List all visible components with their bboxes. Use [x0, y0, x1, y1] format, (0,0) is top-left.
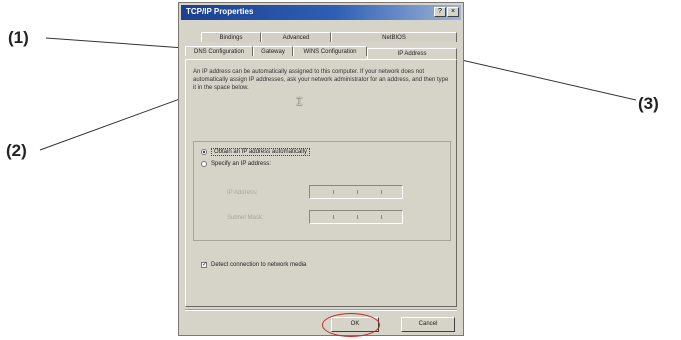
tab-wins-configuration[interactable]: WINS Configuration — [293, 46, 367, 56]
ip-address-field[interactable] — [309, 185, 403, 199]
help-button[interactable]: ? — [434, 7, 446, 17]
detect-media-checkbox[interactable]: ✓ — [201, 262, 207, 268]
tab-advanced[interactable]: Advanced — [261, 32, 331, 42]
specify-ip-label: Specify an IP address: — [211, 161, 271, 167]
tab-dns-configuration[interactable]: DNS Configuration — [185, 46, 253, 56]
callout-label-1: (1) — [8, 28, 29, 47]
subnet-mask-label: Subnet Mask: — [227, 215, 264, 221]
subnet-dot — [333, 215, 334, 219]
obtain-auto-option[interactable]: Obtain an IP address automatically — [201, 148, 310, 156]
specify-ip-radio[interactable] — [201, 161, 207, 167]
subnet-dot — [357, 215, 358, 219]
callout-label-3: (3) — [638, 94, 659, 113]
ip-dot — [357, 190, 358, 194]
tcpip-properties-dialog: TCP/IP Properties ? × Bindings Advanced … — [178, 2, 464, 336]
ip-address-label: IP Address: — [227, 190, 258, 196]
tab-netbios[interactable]: NetBIOS — [331, 32, 457, 42]
detect-media-option[interactable]: ✓ Detect connection to network media — [201, 262, 306, 268]
subnet-dot — [381, 215, 382, 219]
tab-bindings[interactable]: Bindings — [201, 32, 261, 42]
ip-dot — [333, 190, 334, 194]
close-button[interactable]: × — [447, 7, 459, 17]
obtain-auto-label: Obtain an IP address automatically — [211, 148, 310, 156]
ip-description: An IP address can be automatically assig… — [193, 69, 449, 91]
detect-media-label: Detect connection to network media — [211, 262, 307, 268]
callout-line-3 — [443, 55, 637, 101]
ip-dot — [381, 190, 382, 194]
ok-highlight-circle — [322, 313, 380, 337]
cancel-button[interactable]: Cancel — [401, 317, 455, 332]
tab-gateway[interactable]: Gateway — [253, 46, 293, 56]
callout-label-2: (2) — [6, 141, 27, 160]
specify-ip-option[interactable]: Specify an IP address: — [201, 161, 271, 167]
title-bar[interactable]: TCP/IP Properties ? × — [181, 5, 461, 20]
subnet-mask-field[interactable] — [309, 210, 403, 224]
window-title: TCP/IP Properties — [186, 7, 254, 16]
obtain-auto-radio[interactable] — [201, 149, 207, 155]
button-separator — [185, 309, 457, 311]
mouse-cursor-icon: ⌶ — [296, 96, 303, 108]
